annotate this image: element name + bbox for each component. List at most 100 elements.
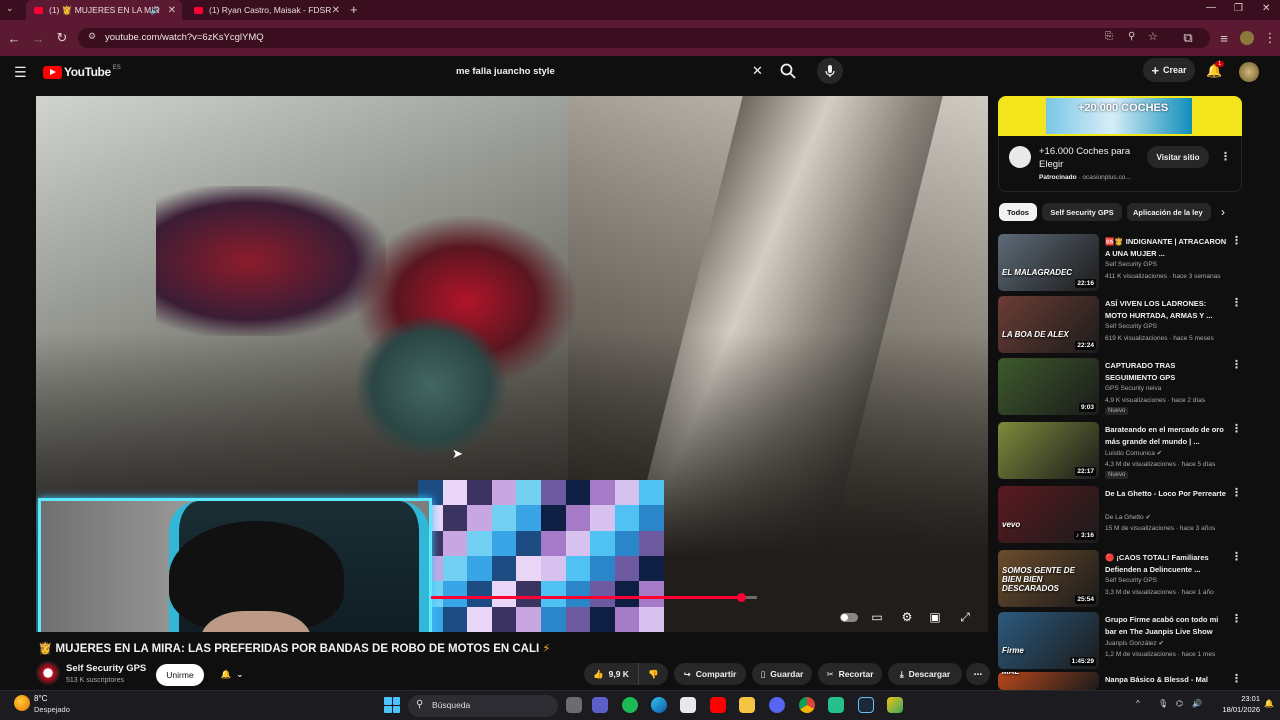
install-app-icon[interactable]: ⎘ [1105, 31, 1113, 42]
video-menu-icon[interactable]: ⋮ [1231, 296, 1242, 309]
app-icon[interactable] [887, 697, 903, 713]
video-thumbnail[interactable]: 22:17 [998, 422, 1099, 479]
maximize-button[interactable]: ❐ [1234, 3, 1243, 14]
windows-start-icon[interactable] [384, 697, 400, 713]
download-button[interactable]: ⤓ Descargar [888, 663, 962, 685]
chevron-right-icon[interactable]: › [1221, 205, 1225, 219]
recommended-video[interactable]: SOMOS GENTE DE BIEN BIEN DESCARADOS 25:54… [998, 550, 1244, 608]
spotify-icon[interactable] [622, 697, 638, 713]
like-button[interactable]: 👍 9,9 K [584, 663, 638, 685]
browser-menu-icon[interactable]: ⋮ [1260, 20, 1280, 56]
channel-name[interactable]: Self Security GPS [66, 663, 146, 674]
chrome-icon[interactable] [799, 697, 815, 713]
video-player[interactable]: ➤ ▭ ⚙ ▣ ⤢ [36, 96, 988, 632]
create-button[interactable]: + Crear [1143, 58, 1195, 82]
video-menu-icon[interactable]: ⋮ [1231, 422, 1242, 435]
video-thumbnail[interactable]: LA BOA DE ALEX 22:24 [998, 296, 1099, 353]
recommended-channel-name[interactable]: Self Security GPS [1105, 261, 1157, 268]
minimize-button[interactable]: — [1206, 2, 1216, 13]
share-button[interactable]: ↪ Compartir [674, 663, 746, 685]
settings-icon[interactable]: ⚙ [896, 606, 918, 628]
forward-button[interactable]: → [26, 20, 50, 56]
back-button[interactable]: ← [2, 20, 26, 56]
recommended-channel-name[interactable]: De La Ghetto ✔ [1105, 513, 1151, 521]
discord-icon[interactable] [769, 697, 785, 713]
video-menu-icon[interactable]: ⋮ [1231, 358, 1242, 371]
volume-icon[interactable]: 🔊 [1192, 699, 1202, 708]
site-info-icon[interactable]: ⚙ [88, 31, 96, 42]
tab-close-icon[interactable]: ✕ [168, 5, 176, 16]
video-thumbnail[interactable]: EL MALAGRADEC 22:16 [998, 234, 1099, 291]
notification-bell-button[interactable]: 🔔 ⌄ [210, 663, 254, 685]
edge-icon[interactable] [651, 697, 667, 713]
video-menu-icon[interactable]: ⋮ [1231, 234, 1242, 247]
network-icon[interactable]: ⌬ [1176, 699, 1183, 708]
chat-app-icon[interactable] [592, 697, 608, 713]
file-explorer-icon[interactable] [739, 697, 755, 713]
visit-site-button[interactable]: Visitar sitio [1147, 146, 1209, 168]
channel-avatar[interactable] [36, 661, 60, 685]
video-menu-icon[interactable]: ⋮ [1231, 612, 1242, 625]
media-controls-icon[interactable]: ≡ [1212, 20, 1236, 56]
recommended-video-title[interactable]: De La Ghetto - Loco Por Perrearte [1105, 488, 1227, 500]
recommended-video[interactable]: LA BOA DE ALEX 22:24 ASÍ VIVEN LOS LADRONE… [998, 296, 1244, 354]
video-menu-icon[interactable]: ⋮ [1231, 486, 1242, 499]
bookmark-star-icon[interactable]: ☆ [1148, 30, 1158, 43]
tab-search-icon[interactable]: ⌄ [6, 3, 14, 14]
extensions-icon[interactable]: ⧉ [1176, 20, 1200, 56]
video-thumbnail[interactable]: Firme 1:45:29 [998, 612, 1099, 669]
chip-channel[interactable]: Self Security GPS [1042, 203, 1122, 221]
clear-search-icon[interactable]: ✕ [752, 63, 763, 79]
notifications-icon[interactable]: 🔔 [1264, 699, 1274, 708]
recommended-video[interactable]: 22:17 Barateando en el mercado de oro más… [998, 422, 1244, 480]
chip-all[interactable]: Todos [999, 203, 1037, 221]
miniplayer-icon[interactable]: ▣ [924, 606, 946, 628]
profile-avatar[interactable] [1240, 31, 1254, 45]
zoom-icon[interactable]: ⚲ [1128, 31, 1135, 42]
recommended-channel-name[interactable]: Luisito Comunica ✔ [1105, 449, 1162, 457]
ad-banner-image[interactable]: +20.000 COCHES [998, 96, 1242, 136]
browser-tab-active[interactable]: (1) 👸 MUJERES EN LA MIR 🔊 ✕ [26, 0, 182, 20]
recommended-video[interactable]: MAL Nanpa Básico & Blessd - Mal ⋮ [998, 672, 1244, 690]
recommended-channel-name[interactable]: GPS Security neiva [1105, 385, 1161, 392]
youtube-logo[interactable]: YouTube ES [43, 65, 121, 79]
recommended-channel-name[interactable]: Self Security GPS [1105, 323, 1157, 330]
recommended-video-title[interactable]: CAPTURADO TRAS SEGUIMIENTO GPS [1105, 360, 1227, 383]
video-thumbnail[interactable]: vevo ♪ 3:16 [998, 486, 1099, 543]
video-thumbnail[interactable]: MAL [998, 672, 1099, 690]
task-view-icon[interactable] [566, 697, 582, 713]
recommended-video[interactable]: vevo ♪ 3:16 De La Ghetto - Loco Por Perrea… [998, 486, 1244, 544]
recommended-channel-name[interactable]: Self Security GPS [1105, 577, 1157, 584]
recommended-channel-name[interactable]: Juanpis González ✔ [1105, 639, 1164, 647]
recommended-video-title[interactable]: Nanpa Básico & Blessd - Mal [1105, 674, 1227, 686]
video-thumbnail[interactable]: 9:03 [998, 358, 1099, 415]
reload-button[interactable]: ↻ [50, 20, 74, 56]
join-button[interactable]: Unirme [156, 664, 204, 686]
ad-menu-icon[interactable]: ⋮ [1220, 150, 1231, 163]
close-window-button[interactable]: ✕ [1262, 3, 1270, 14]
tray-chevron-icon[interactable]: ^ [1136, 699, 1140, 708]
clock-date[interactable]: 18/01/2026 [1204, 705, 1260, 714]
chip-law-enforcement[interactable]: Aplicación de la ley [1127, 203, 1211, 221]
steam-icon[interactable] [858, 697, 874, 713]
recommended-video-title[interactable]: 🔴 ¡CAOS TOTAL! Familiares Defienden a De… [1105, 552, 1227, 575]
taskbar-search[interactable]: ⚲ Búsqueda [408, 695, 558, 717]
new-tab-button[interactable]: + [350, 2, 358, 17]
video-progress-bar[interactable] [431, 593, 757, 602]
recommended-video-title[interactable]: 🆘👸 INDIGNANTE | ATRACARON A UNA MUJER ..… [1105, 236, 1227, 259]
ad-card[interactable]: +16.000 Coches para Elegir Patrocinado ·… [998, 136, 1242, 192]
search-input[interactable]: me falla juancho style [444, 58, 774, 84]
autoplay-toggle[interactable] [838, 606, 860, 628]
recommended-video-title[interactable]: Grupo Firme acabó con todo mi bar en The… [1105, 614, 1227, 637]
save-button[interactable]: ▯ Guardar [752, 663, 812, 685]
recommended-video[interactable]: Firme 1:45:29 Grupo Firme acabó con todo m… [998, 612, 1244, 670]
search-icon[interactable] [779, 62, 797, 80]
clock-time[interactable]: 23:01 [1214, 694, 1260, 703]
tab-close-icon[interactable]: ✕ [332, 5, 340, 16]
recommended-video-title[interactable]: ASÍ VIVEN LOS LADRONES: MOTO HURTADA, AR… [1105, 298, 1227, 321]
app-icon[interactable] [828, 697, 844, 713]
user-avatar[interactable] [1239, 62, 1259, 82]
browser-tab[interactable]: (1) Ryan Castro, Maisak - FDSR ✕ [186, 0, 346, 20]
youtube-app-icon[interactable] [710, 697, 726, 713]
store-icon[interactable] [680, 697, 696, 713]
